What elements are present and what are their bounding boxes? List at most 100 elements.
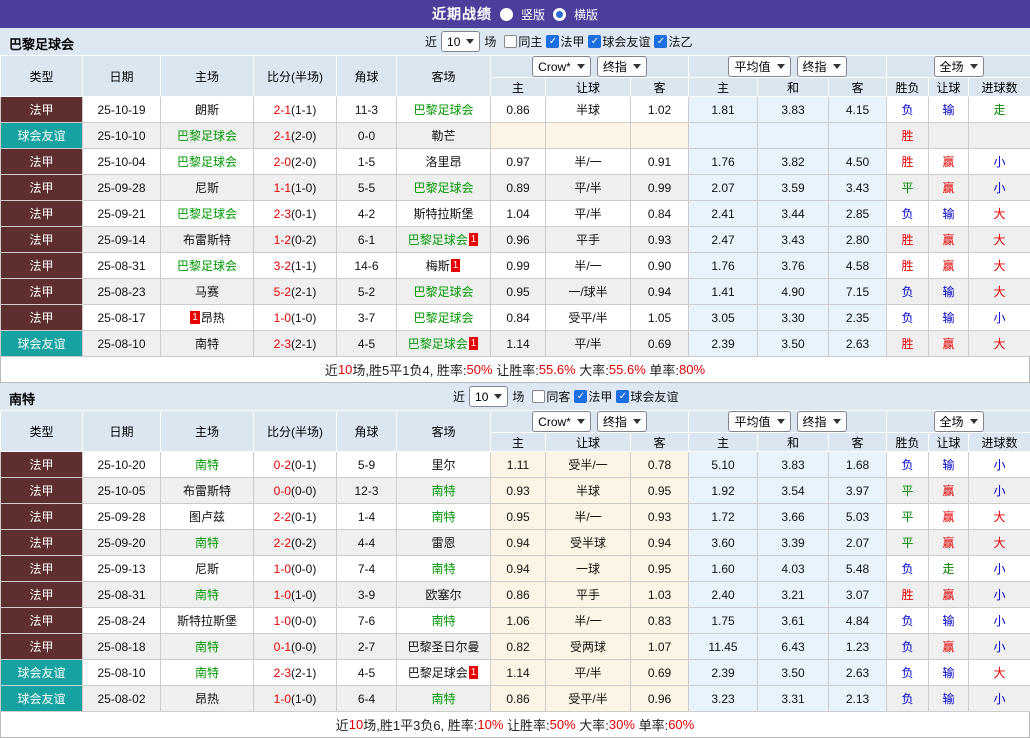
chevron-down-icon	[577, 64, 585, 69]
match-score: 1-0(1-0)	[254, 582, 337, 608]
summary-segment: 近	[336, 715, 349, 734]
checkbox-label: 法甲	[588, 388, 612, 405]
summary-segment: 80%	[679, 362, 705, 377]
final-odds-select-2[interactable]: 终指	[797, 411, 847, 432]
result-handicap: 赢	[929, 478, 969, 504]
matches-label: 场	[512, 388, 524, 405]
corner-score: 5-5	[337, 175, 397, 201]
bookmaker-select[interactable]: Crow*	[532, 56, 591, 77]
halftime-score: (0-2)	[291, 233, 316, 247]
handicap-line: 半球	[546, 478, 631, 504]
avg-odds-away: 5.48	[829, 556, 887, 582]
bookmaker-select[interactable]: Crow*	[532, 411, 591, 432]
avg-odds-home: 2.39	[689, 660, 758, 686]
home-team: 南特	[161, 582, 254, 608]
filter-checkbox[interactable]: 同客	[532, 388, 570, 405]
halftime-score: (0-1)	[291, 207, 316, 221]
league-type-cell: 法甲	[1, 201, 83, 227]
result-goals: 大	[969, 660, 1030, 686]
match-score: 1-1(1-0)	[254, 175, 337, 201]
handicap-odds-away	[631, 123, 689, 149]
match-date: 25-09-28	[83, 504, 161, 530]
result-winloss: 平	[887, 504, 929, 530]
team-name: 南特	[195, 666, 219, 680]
match-count-select[interactable]: 10	[441, 31, 480, 52]
checkbox-label: 球会友谊	[602, 33, 650, 50]
scope-select[interactable]: 全场	[934, 411, 984, 432]
match-date: 25-09-21	[83, 201, 161, 227]
avg-odds-away: 1.23	[829, 634, 887, 660]
filter-checkbox[interactable]: ✓法乙	[654, 33, 692, 50]
average-select[interactable]: 平均值	[728, 411, 790, 432]
fulltime-score: 2-2	[274, 536, 291, 550]
summary-line: 近10场,胜1平3负6, 胜率:10% 让胜率:50% 大率:30% 单率:60…	[0, 712, 1030, 738]
result-goals: 小	[969, 175, 1030, 201]
team-name: 南特	[431, 562, 455, 576]
result-handicap: 赢	[929, 582, 969, 608]
col-header-odds-home: 主	[491, 78, 546, 97]
handicap-line: 平手	[546, 582, 631, 608]
avg-select-host: 平均值 终指	[689, 56, 887, 78]
match-count-select[interactable]: 10	[469, 386, 508, 407]
scope-select[interactable]: 全场	[934, 56, 984, 77]
result-winloss: 平	[887, 530, 929, 556]
summary-segment: 55.6%	[539, 362, 576, 377]
filter-checkbox[interactable]: ✓法甲	[574, 388, 612, 405]
title-bar: 近期战绩 竖版 横版	[0, 0, 1030, 28]
summary-segment: 场,胜1平3负6, 胜率:	[363, 715, 477, 734]
filter-checkbox[interactable]: ✓球会友谊	[616, 388, 678, 405]
final-odds-select[interactable]: 终指	[597, 411, 647, 432]
avg-odds-draw: 3.54	[758, 478, 829, 504]
home-team: 巴黎足球会	[161, 149, 254, 175]
fulltime-score: 1-2	[274, 233, 291, 247]
away-team: 巴黎足球会1	[397, 227, 491, 253]
team-name: 巴黎足球会	[408, 666, 468, 680]
final-odds-select[interactable]: 终指	[597, 56, 647, 77]
league-type-cell: 法甲	[1, 97, 83, 123]
handicap-line: 半/一	[546, 253, 631, 279]
checkbox-label: 法乙	[668, 33, 692, 50]
handicap-odds-away: 0.83	[631, 608, 689, 634]
avg-odds-away	[829, 123, 887, 149]
layout-radio-horizontal[interactable]	[553, 8, 566, 21]
avg-odds-draw: 3.59	[758, 175, 829, 201]
home-team: 南特	[161, 634, 254, 660]
handicap-line: 平/半	[546, 201, 631, 227]
handicap-odds-away: 0.96	[631, 686, 689, 712]
filter-checkbox[interactable]: ✓法甲	[546, 33, 584, 50]
avg-odds-draw: 3.50	[758, 331, 829, 357]
halftime-score: (2-1)	[291, 337, 316, 351]
home-team: 马赛	[161, 279, 254, 305]
handicap-odds-away: 1.07	[631, 634, 689, 660]
team-name: 欧塞尔	[425, 588, 461, 602]
checkbox-unchecked-icon	[504, 35, 517, 48]
league-type-cell: 法甲	[1, 175, 83, 201]
halftime-score: (2-0)	[291, 129, 316, 143]
avg-odds-away: 4.50	[829, 149, 887, 175]
result-goals: 小	[969, 608, 1030, 634]
final-odds-select-2[interactable]: 终指	[797, 56, 847, 77]
summary-line: 近10场,胜5平1负4, 胜率:50% 让胜率:55.6% 大率:55.6% 单…	[0, 357, 1030, 383]
league-type-cell: 法甲	[1, 556, 83, 582]
avg-odds-home: 1.76	[689, 149, 758, 175]
halftime-score: (1-0)	[291, 311, 316, 325]
handicap-odds-away: 1.03	[631, 582, 689, 608]
match-date: 25-09-13	[83, 556, 161, 582]
team-name: 巴黎足球会	[413, 181, 473, 195]
league-type-cell: 法甲	[1, 608, 83, 634]
away-team: 勒芒	[397, 123, 491, 149]
result-winloss: 负	[887, 305, 929, 331]
average-select[interactable]: 平均值	[728, 56, 790, 77]
result-goals: 大	[969, 227, 1030, 253]
filter-checkbox[interactable]: 同主	[504, 33, 542, 50]
team-title: 巴黎足球会	[9, 34, 74, 53]
fulltime-score: 1-0	[274, 562, 291, 576]
avg-odds-away: 4.58	[829, 253, 887, 279]
away-team: 洛里昂	[397, 149, 491, 175]
layout-radio-vertical[interactable]	[500, 8, 513, 21]
filter-checkbox[interactable]: ✓球会友谊	[588, 33, 650, 50]
result-goals: 小	[969, 305, 1030, 331]
red-card-badge: 1	[190, 311, 200, 324]
match-date: 25-08-24	[83, 608, 161, 634]
away-team: 里尔	[397, 452, 491, 478]
